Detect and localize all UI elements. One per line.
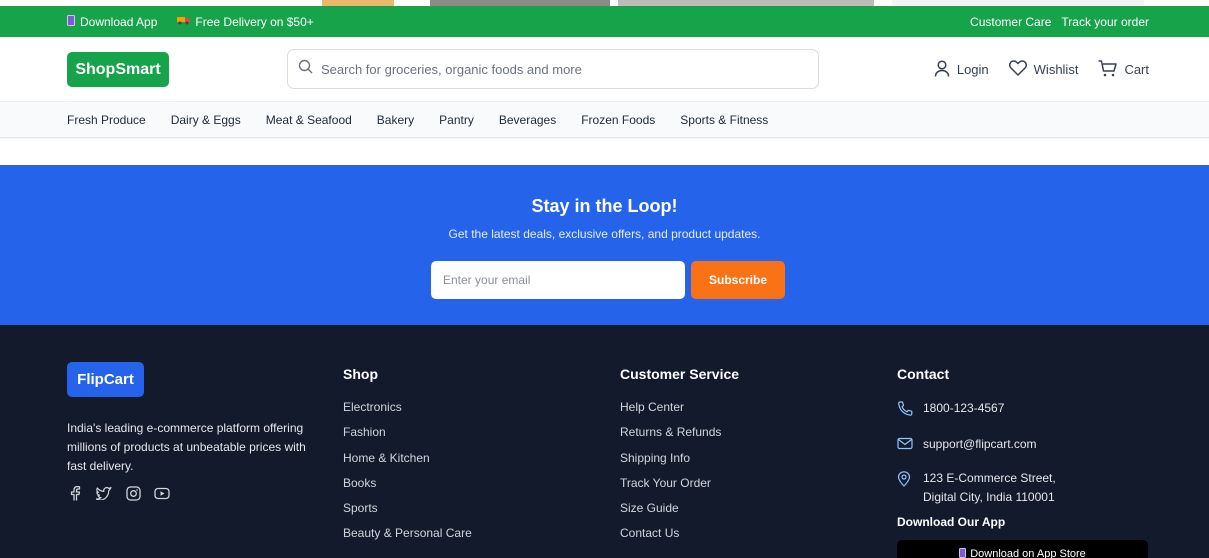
phone-icon	[959, 548, 967, 558]
app-store-button[interactable]: Download on App Store	[897, 540, 1148, 558]
contact-phone[interactable]: 1800-123-4567	[897, 399, 1157, 422]
footer-contact-title: Contact	[897, 366, 950, 382]
category-pantry[interactable]: Pantry	[439, 113, 474, 127]
footer-link-home-kitchen[interactable]: Home & Kitchen	[343, 450, 472, 475]
category-bakery[interactable]: Bakery	[377, 113, 414, 127]
cart-icon	[1098, 59, 1118, 80]
user-icon	[934, 59, 950, 80]
footer-shop-column: Shop Electronics Fashion Home & Kitchen …	[343, 366, 472, 551]
footer-link-size-guide[interactable]: Size Guide	[620, 500, 739, 525]
truck-icon	[177, 15, 191, 28]
category-frozen-foods[interactable]: Frozen Foods	[581, 113, 655, 127]
newsletter-section: Stay in the Loop! Get the latest deals, …	[0, 165, 1209, 325]
flipcart-logo[interactable]: FlipCart	[67, 362, 144, 397]
twitter-icon[interactable]	[96, 485, 112, 501]
site-header: ShopSmart Login Wishlist Cart	[0, 37, 1209, 102]
footer-link-beauty[interactable]: Beauty & Personal Care	[343, 525, 472, 550]
phone-icon	[67, 14, 75, 29]
login-button[interactable]: Login	[934, 59, 989, 80]
subscribe-button[interactable]: Subscribe	[691, 261, 785, 299]
phone-icon	[897, 399, 913, 422]
category-fresh-produce[interactable]: Fresh Produce	[67, 113, 146, 127]
shopsmart-logo[interactable]: ShopSmart	[67, 52, 169, 87]
newsletter-title: Stay in the Loop!	[531, 196, 678, 216]
free-delivery-notice: Free Delivery on $50+	[177, 14, 314, 29]
category-meat-seafood[interactable]: Meat & Seafood	[266, 113, 352, 127]
cart-button[interactable]: Cart	[1098, 59, 1149, 80]
footer-about-text: India's leading e-commerce platform offe…	[67, 421, 306, 473]
location-pin-icon	[897, 469, 913, 507]
download-app-label: Download App	[80, 14, 158, 29]
newsletter-email-input[interactable]	[431, 261, 685, 299]
top-announcement-bar: Download App Free Delivery on $50+ Custo…	[0, 6, 1209, 37]
instagram-icon[interactable]	[125, 485, 141, 501]
category-nav: Fresh Produce Dairy & Eggs Meat & Seafoo…	[0, 102, 1209, 138]
footer-link-track-order[interactable]: Track Your Order	[620, 475, 739, 500]
contact-phone-text: 1800-123-4567	[923, 401, 1005, 415]
newsletter-subtitle: Get the latest deals, exclusive offers, …	[448, 227, 761, 241]
heart-icon	[1008, 60, 1027, 79]
contact-email[interactable]: support@flipcart.com	[897, 435, 1157, 456]
download-app-link[interactable]: Download App	[67, 14, 158, 29]
footer-link-sports[interactable]: Sports	[343, 500, 472, 525]
footer-shop-title: Shop	[343, 366, 378, 382]
footer-link-shipping[interactable]: Shipping Info	[620, 450, 739, 475]
footer-customer-service-title: Customer Service	[620, 366, 740, 382]
footer-link-returns[interactable]: Returns & Refunds	[620, 424, 739, 449]
search-icon	[298, 59, 313, 79]
track-order-link[interactable]: Track your order	[1061, 15, 1149, 29]
search-bar[interactable]	[287, 49, 819, 89]
cart-label: Cart	[1124, 62, 1149, 77]
facebook-icon[interactable]	[67, 485, 83, 501]
footer-link-fashion[interactable]: Fashion	[343, 424, 472, 449]
footer-contact-column: Contact 1800-123-4567 support@flipcart.c…	[897, 366, 1157, 520]
contact-address: 123 E-Commerce Street, Digital City, Ind…	[897, 469, 1157, 507]
category-sports-fitness[interactable]: Sports & Fitness	[680, 113, 768, 127]
app-store-label: Download on App Store	[970, 548, 1086, 558]
social-links	[67, 485, 170, 501]
footer-customer-service-column: Customer Service Help Center Returns & R…	[620, 366, 739, 551]
mail-icon	[897, 435, 913, 456]
download-app-title: Download Our App	[897, 515, 1006, 529]
wishlist-label: Wishlist	[1033, 62, 1079, 77]
customer-care-link[interactable]: Customer Care	[970, 15, 1051, 29]
category-dairy-eggs[interactable]: Dairy & Eggs	[171, 113, 241, 127]
category-beverages[interactable]: Beverages	[499, 113, 556, 127]
free-delivery-label: Free Delivery on $50+	[195, 14, 314, 29]
footer-link-electronics[interactable]: Electronics	[343, 399, 472, 424]
search-input[interactable]	[321, 61, 801, 77]
site-footer: FlipCart India's leading e-commerce plat…	[0, 325, 1209, 558]
youtube-icon[interactable]	[154, 485, 170, 501]
footer-link-books[interactable]: Books	[343, 475, 472, 500]
contact-email-text: support@flipcart.com	[923, 437, 1037, 451]
login-label: Login	[956, 62, 989, 77]
contact-address-line2: Digital City, India 110001	[923, 490, 1055, 504]
wishlist-button[interactable]: Wishlist	[1008, 60, 1079, 79]
footer-link-help-center[interactable]: Help Center	[620, 399, 739, 424]
footer-link-contact-us[interactable]: Contact Us	[620, 525, 739, 550]
contact-address-line1: 123 E-Commerce Street,	[923, 471, 1056, 485]
